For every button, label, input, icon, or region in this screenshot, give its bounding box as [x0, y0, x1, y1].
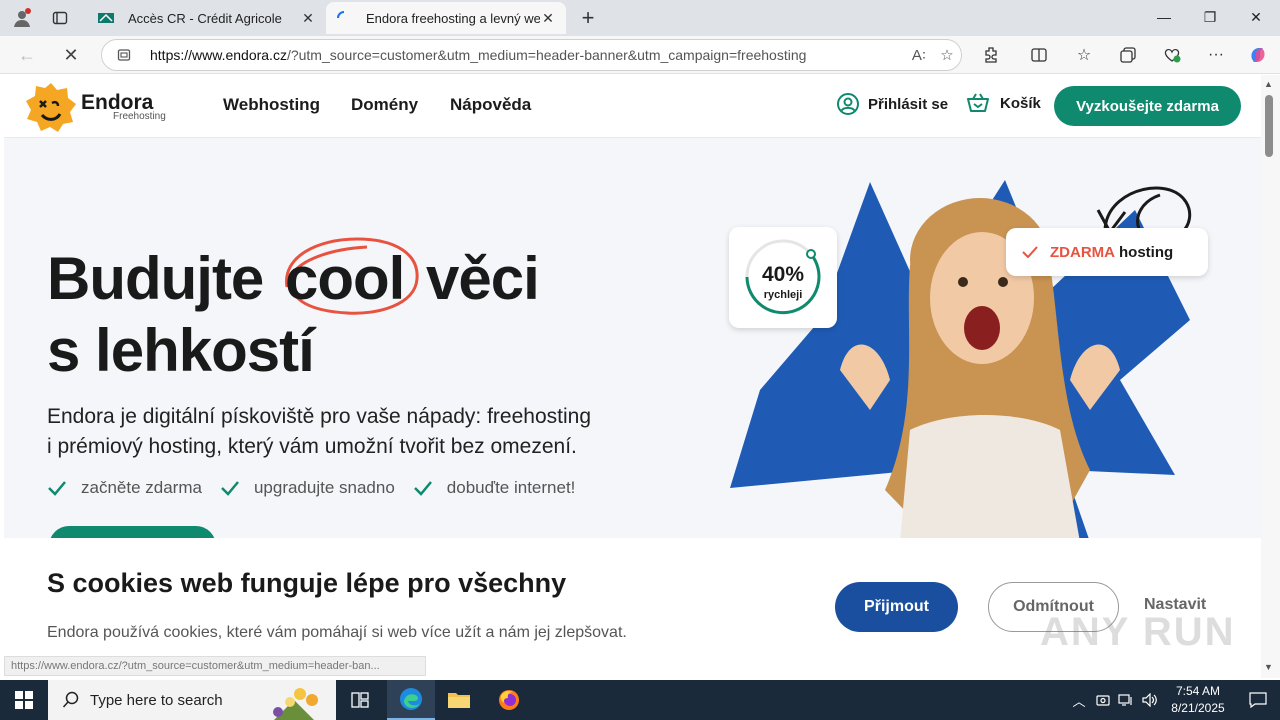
clock-time: 7:54 AM [1175, 684, 1221, 698]
browser-tab-bar: Accès CR - Crédit Agricole ✕ Endora free… [0, 0, 1280, 36]
collections-icon[interactable] [1112, 41, 1144, 69]
logo-subtitle: Freehosting [113, 111, 166, 122]
scrollbar-thumb[interactable] [1265, 95, 1273, 157]
try-free-button[interactable]: Vyzkoušejte zdarma [1054, 86, 1241, 126]
hero-checklist: začněte zdarma upgradujte snadno dobuďte… [47, 478, 593, 498]
new-tab-button[interactable]: + [574, 4, 602, 32]
cart-label: Košík [1000, 94, 1041, 112]
user-icon [837, 93, 859, 115]
favorites-icon[interactable]: ☆ [1068, 41, 1100, 69]
cookie-title: S cookies web funguje lépe pro všechny [47, 568, 567, 598]
site-header: Endora Freehosting Webhosting Domény Náp… [4, 75, 1261, 138]
accept-cookies-button[interactable]: Přijmout [835, 582, 958, 632]
hero-lead: Endora je digitální pískoviště pro vaše … [47, 405, 592, 458]
hero-line-2: s lehkostí [47, 317, 315, 384]
search-placeholder: Type here to search [90, 691, 223, 709]
edge-taskbar-icon[interactable] [387, 680, 435, 720]
minimize-icon[interactable]: — [1141, 0, 1187, 34]
login-link[interactable]: Přihlásit se [836, 92, 948, 116]
favorite-star-icon[interactable]: ☆ [933, 46, 961, 64]
windows-taskbar: Type here to search ︿ 7:54 AM 8/21/2025 [0, 680, 1280, 720]
url-text: https://www.endora.cz/?utm_source=custom… [150, 47, 807, 63]
url-field[interactable]: https://www.endora.cz/?utm_source=custom… [101, 39, 962, 71]
close-tab-icon[interactable]: ✕ [540, 10, 556, 27]
login-label: Přihlásit se [868, 95, 949, 113]
hero-illustration [730, 180, 1192, 542]
hero-word-veci: věci [426, 245, 540, 312]
check-icon [221, 481, 239, 496]
close-window-icon[interactable]: ✕ [1233, 0, 1279, 34]
cart-link[interactable]: Košík [966, 92, 1041, 114]
task-view-icon[interactable] [336, 680, 384, 720]
clock-date: 8/21/2025 [1171, 701, 1225, 715]
check-icon [48, 481, 66, 496]
hosting-label: hosting [1119, 243, 1174, 261]
basket-icon [967, 93, 989, 112]
copilot-icon[interactable] [1242, 41, 1274, 69]
page-scrollbar[interactable]: ▲ ▼ [1261, 75, 1280, 678]
file-explorer-icon[interactable] [435, 680, 483, 720]
nav-napoveda[interactable]: Nápověda [450, 95, 531, 115]
lock-icon[interactable] [116, 47, 132, 63]
split-screen-icon[interactable] [1023, 41, 1055, 69]
back-icon[interactable]: ← [12, 41, 42, 69]
cookie-text: Endora používá cookies, které vám pomáha… [47, 624, 627, 641]
free-hosting-badge: ZDARMA hosting [1006, 228, 1208, 276]
check-item: dobuďte internet! [413, 478, 575, 498]
search-icon [62, 691, 79, 708]
volume-icon[interactable] [1140, 680, 1160, 720]
notifications-icon[interactable] [1236, 680, 1280, 720]
taskbar-clock[interactable]: 7:54 AM 8/21/2025 [1160, 683, 1236, 717]
close-tab-icon[interactable]: ✕ [300, 10, 316, 27]
free-label: ZDARMA [1050, 243, 1115, 261]
profile-icon[interactable] [6, 4, 38, 32]
speed-badge: 40% rychleji [729, 227, 837, 328]
meet-now-icon[interactable] [1094, 680, 1112, 720]
speed-badge-value: 40% [761, 263, 805, 286]
hero-word-budujte: Budujte [47, 245, 264, 312]
hero-heading: Budujte cool věci s lehkostí [47, 237, 540, 387]
check-icon [413, 481, 432, 496]
browser-essentials-icon[interactable] [1156, 41, 1188, 69]
speed-badge-label: rychleji [763, 289, 803, 301]
stop-loading-icon[interactable]: ✕ [56, 41, 86, 69]
tab-endora[interactable]: Endora freehosting a levný webhosting ✕ [326, 2, 566, 34]
network-icon[interactable] [1116, 680, 1136, 720]
windows-start-icon[interactable] [0, 680, 48, 720]
address-toolbar: ← ✕ https://www.endora.cz/?utm_source=cu… [0, 36, 1280, 74]
anyrun-watermark: ANY RUN [1040, 610, 1236, 654]
check-icon [1022, 246, 1038, 258]
nav-webhosting[interactable]: Webhosting [223, 95, 320, 115]
tab-title: Accès CR - Crédit Agricole [128, 10, 282, 26]
search-highlight-flowers-icon [273, 688, 318, 720]
read-aloud-icon[interactable]: A꞉ [905, 47, 933, 64]
status-bar-url: https://www.endora.cz/?utm_source=custom… [4, 656, 426, 676]
firefox-icon[interactable] [485, 680, 533, 720]
loading-spinner-icon [336, 10, 352, 26]
check-item: upgradujte snadno [220, 478, 395, 498]
endora-logo[interactable]: Endora Freehosting [24, 81, 174, 133]
restore-icon[interactable]: ❐ [1187, 0, 1233, 34]
credit-agricole-favicon-icon [98, 10, 114, 26]
nav-domeny[interactable]: Domény [351, 95, 418, 115]
tab-title: Endora freehosting a levný webhosting [366, 10, 540, 26]
taskbar-search-input[interactable]: Type here to search [48, 680, 336, 720]
scroll-up-icon[interactable]: ▲ [1264, 79, 1273, 89]
tab-actions-icon[interactable] [44, 4, 76, 32]
endora-logo-icon [26, 83, 76, 132]
check-item: začněte zdarma [47, 478, 202, 498]
tab-credit-agricole[interactable]: Accès CR - Crédit Agricole ✕ [88, 2, 326, 34]
scroll-down-icon[interactable]: ▼ [1264, 662, 1273, 672]
show-hidden-icons-icon[interactable]: ︿ [1068, 680, 1090, 720]
extensions-icon[interactable] [975, 41, 1007, 69]
hero-word-cool: cool [285, 237, 419, 315]
more-options-icon[interactable]: ··· [1200, 41, 1232, 69]
